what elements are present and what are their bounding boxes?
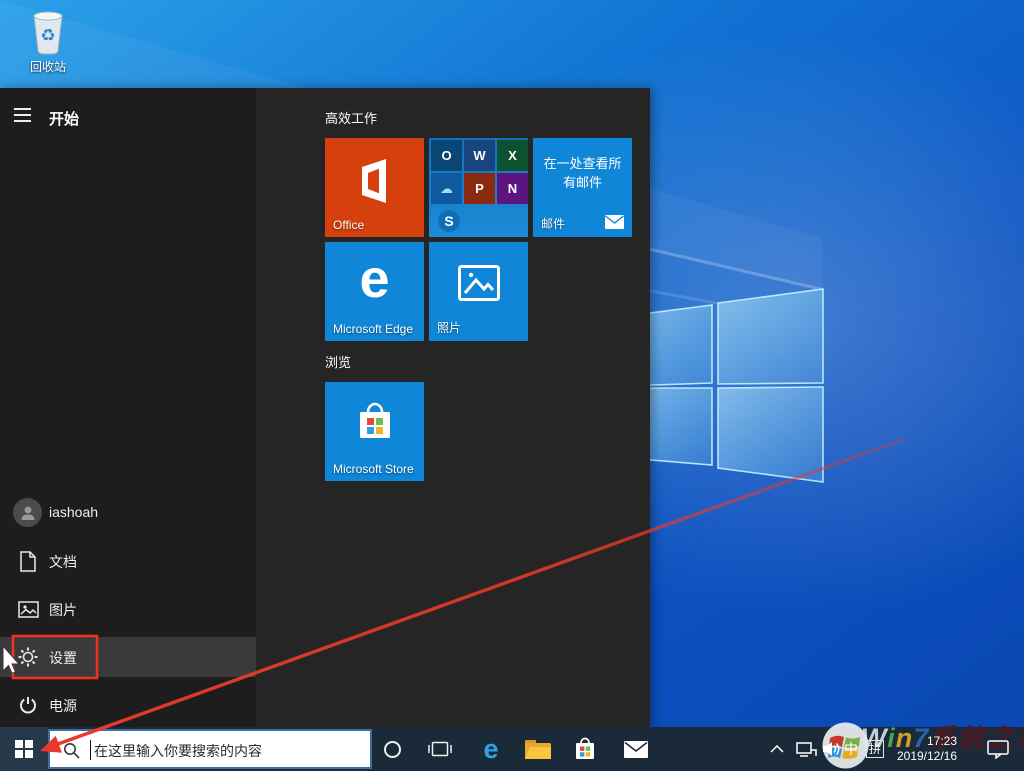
edge-logo-icon: e	[359, 249, 390, 309]
tile-edge-label: Microsoft Edge	[333, 322, 414, 336]
chevron-up-icon	[770, 745, 784, 753]
tile-office-label: Office	[333, 218, 365, 232]
rail-item-documents[interactable]: 文档	[0, 541, 256, 581]
start-menu: 开始 iashoah 文档 图片 设置 电源 高效工作 Office O W X…	[0, 88, 650, 727]
mail-taskbar-button[interactable]	[620, 733, 652, 765]
action-center-icon	[987, 739, 1009, 759]
onenote-mini-icon: N	[497, 173, 528, 204]
edge-icon: e	[483, 733, 499, 764]
tile-mail-text: 在一处查看所有邮件	[543, 156, 622, 190]
person-icon	[21, 506, 34, 520]
photos-icon	[458, 265, 500, 301]
tile-microsoft-store[interactable]: Microsoft Store	[325, 382, 424, 481]
cortana-button[interactable]	[376, 733, 408, 765]
word-mini-icon: W	[464, 140, 495, 171]
start-menu-left-rail: 开始 iashoah 文档 图片 设置 电源	[0, 88, 256, 727]
tile-store-label: Microsoft Store	[333, 462, 414, 476]
recycle-bin-icon: ♻	[33, 11, 63, 55]
power-icon	[16, 693, 40, 717]
search-placeholder-text: 在这里输入你要搜索的内容	[94, 743, 262, 759]
tray-ime-pinyin[interactable]: 拼	[864, 727, 886, 771]
settings-label: 设置	[49, 650, 77, 666]
windows-desktop: ♻ 回收站 开始 iashoah 文档 图片 设置 电源 高效工作 Office…	[0, 0, 1024, 771]
taskbar: Win7系统之家 在这里输入你要搜索的内容 e	[0, 722, 1024, 771]
taskbar-search-box[interactable]: 在这里输入你要搜索的内容	[48, 729, 372, 769]
tray-ime-mode[interactable]: 中	[841, 727, 861, 771]
mail-icon	[624, 740, 648, 758]
user-avatar	[13, 498, 42, 527]
document-icon	[16, 549, 40, 573]
text-caret	[90, 740, 91, 760]
excel-mini-icon: X	[497, 140, 528, 171]
section-title-browse: 浏览	[325, 355, 352, 370]
section-title-productivity: 高效工作	[325, 111, 378, 126]
tile-mail-label: 邮件	[541, 217, 566, 231]
rail-item-pictures[interactable]: 图片	[0, 589, 256, 629]
gear-icon	[16, 645, 40, 669]
start-menu-title: 开始	[49, 111, 80, 128]
tray-volume[interactable]	[820, 727, 842, 771]
power-label: 电源	[49, 698, 77, 714]
hamburger-menu-icon[interactable]	[14, 108, 34, 126]
skype-mini-icon: S	[438, 210, 460, 232]
network-ethernet-icon	[796, 741, 817, 757]
tile-photos[interactable]: 照片	[429, 242, 528, 341]
rail-item-user[interactable]: iashoah	[0, 493, 256, 533]
folder-icon	[525, 740, 551, 759]
clock-time: 17:23	[927, 734, 958, 748]
tray-clock[interactable]: 17:23 2019/12/16	[892, 727, 962, 771]
office-logo-icon	[362, 159, 386, 203]
pinyin-indicator: 拼	[866, 740, 884, 758]
clock-date: 2019/12/16	[896, 749, 958, 763]
tile-office-suite[interactable]: O W X ☁ P N S	[429, 138, 528, 237]
start-button[interactable]	[0, 727, 48, 771]
user-name-label: iashoah	[49, 504, 99, 520]
powerpoint-mini-icon: P	[464, 173, 495, 204]
cortana-circle-icon	[383, 740, 401, 758]
start-menu-tiles-area: 高效工作 Office O W X ☁ P N S 在一处查看所有邮件 邮件 e…	[256, 88, 650, 727]
task-view-icon	[428, 741, 452, 757]
pictures-label: 图片	[49, 602, 77, 618]
rail-item-settings[interactable]: 设置	[0, 637, 256, 677]
recycle-bin-desktop-icon[interactable]: ♻ 回收站	[10, 8, 86, 75]
tile-photos-label: 照片	[437, 321, 462, 335]
task-view-button[interactable]	[424, 733, 456, 765]
search-icon	[64, 743, 80, 759]
file-explorer-button[interactable]	[522, 733, 554, 765]
store-bag-icon	[360, 402, 390, 438]
documents-label: 文档	[49, 554, 77, 570]
edge-taskbar-button[interactable]: e	[475, 733, 507, 765]
tile-edge[interactable]: e Microsoft Edge	[325, 242, 424, 341]
store-taskbar-button[interactable]	[569, 733, 601, 765]
tray-network[interactable]	[794, 727, 820, 771]
windows-logo-icon	[15, 740, 33, 758]
tile-mail[interactable]: 在一处查看所有邮件 邮件	[533, 138, 632, 237]
outlook-mini-icon: O	[431, 140, 462, 171]
pictures-icon	[16, 597, 40, 621]
svg-text:♻: ♻	[40, 26, 55, 45]
speaker-icon	[822, 742, 839, 756]
tile-office[interactable]: Office	[325, 138, 424, 237]
store-icon	[576, 737, 594, 759]
onedrive-mini-icon: ☁	[431, 173, 462, 204]
mail-envelope-icon	[605, 215, 624, 229]
recycle-bin-label: 回收站	[29, 60, 66, 74]
tray-show-hidden-icons[interactable]	[768, 727, 786, 771]
rail-item-power[interactable]: 电源	[0, 685, 256, 725]
action-center-button[interactable]	[984, 727, 1012, 771]
